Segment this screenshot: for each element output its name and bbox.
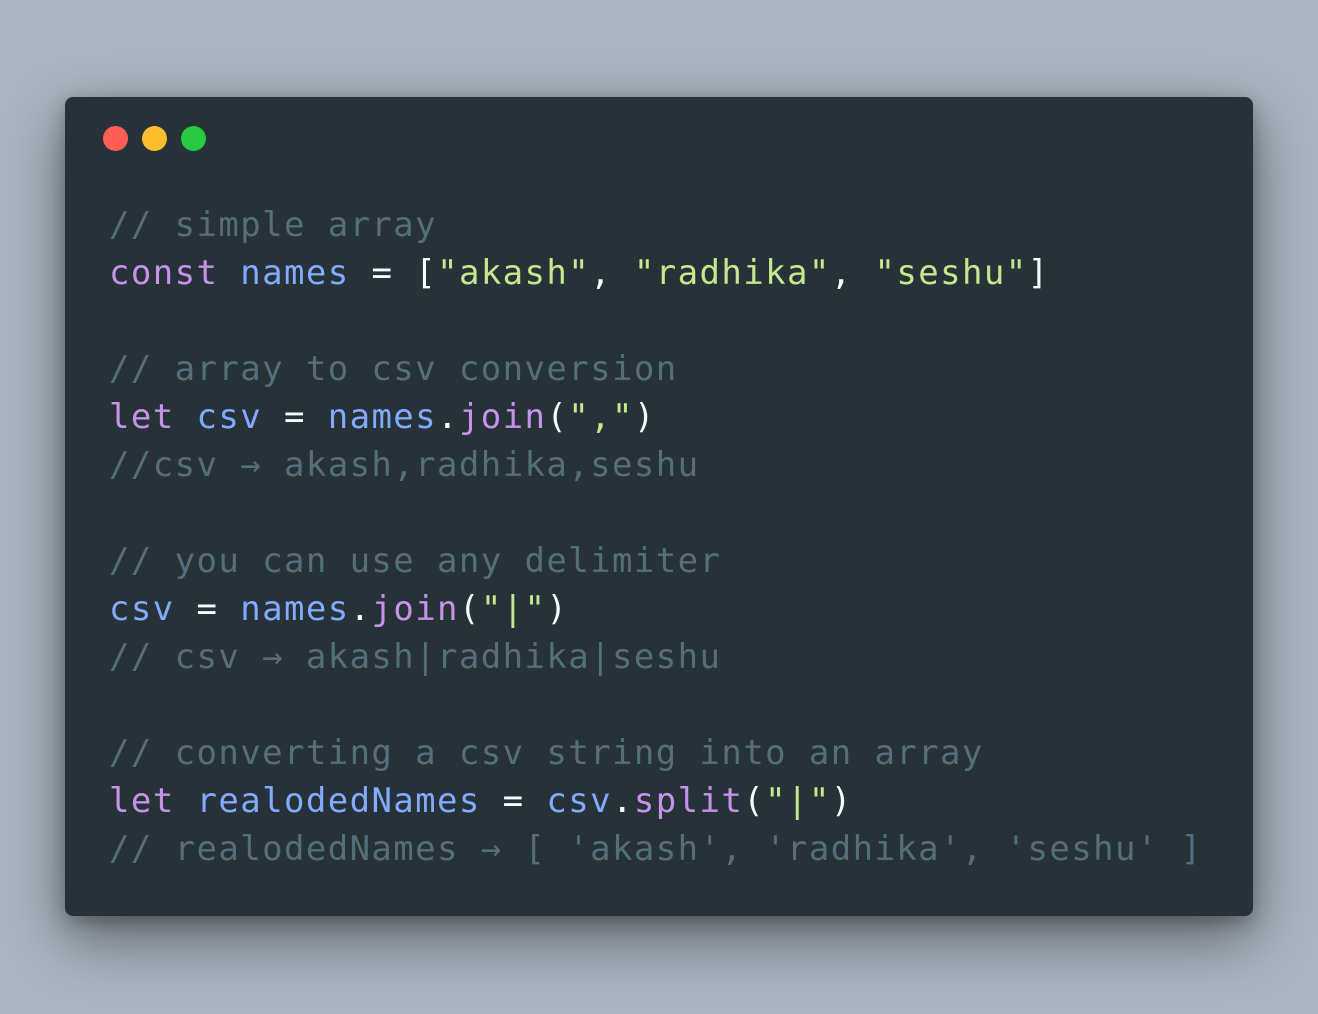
code-line-4: let csv = names.join(",")	[109, 393, 1203, 441]
code-line-8: // csv → akash|radhika|seshu	[109, 633, 1203, 681]
object-name: names	[327, 397, 438, 437]
zoom-dot-icon[interactable]	[181, 126, 206, 151]
code-line-10: let realodedNames = csv.split("|")	[109, 777, 1203, 825]
paren-open: (	[458, 589, 481, 629]
minimize-dot-icon[interactable]	[142, 126, 167, 151]
keyword: const	[109, 253, 219, 293]
code-block: // simple array const names = ["akash", "…	[109, 201, 1203, 873]
code-line-5: //csv → akash,radhika,seshu	[109, 441, 1203, 489]
operator: =	[349, 253, 416, 293]
window-titlebar	[103, 126, 206, 152]
code-line-6: // you can use any delimiter	[109, 537, 1203, 585]
string-literal: "akash"	[437, 253, 591, 293]
code-line-11: // realodedNames → [ 'akash', 'radhika',…	[109, 825, 1203, 873]
paren-open: (	[743, 781, 766, 821]
operator: =	[174, 589, 241, 629]
variable-name: realodedNames	[196, 781, 481, 821]
code-line-3: // array to csv conversion	[109, 345, 1203, 393]
dot: .	[349, 589, 372, 629]
dot: .	[437, 397, 459, 437]
paren-close: )	[633, 397, 656, 437]
function-name: join	[458, 397, 547, 437]
comment: // array to csv conversion	[109, 349, 678, 389]
keyword: let	[109, 781, 175, 821]
separator: ,	[830, 253, 875, 293]
dot: .	[612, 781, 634, 821]
object-name: names	[240, 589, 350, 629]
operator: =	[480, 781, 547, 821]
paren-close: )	[830, 781, 853, 821]
comment: // you can use any delimiter	[109, 541, 722, 581]
operator: =	[262, 397, 328, 437]
string-literal: "|"	[765, 781, 831, 821]
code-line-1: // simple array	[109, 201, 1203, 249]
code-line-9: // converting a csv string into an array	[109, 729, 1203, 777]
bracket-open: [	[415, 253, 438, 293]
bracket-close: ]	[1027, 253, 1050, 293]
function-name: join	[371, 589, 459, 629]
object-name: csv	[546, 781, 613, 821]
code-line-2: const names = ["akash", "radhika", "sesh…	[109, 249, 1203, 297]
code-window: // simple array const names = ["akash", "…	[65, 97, 1253, 916]
comment: //csv → akash,radhika,seshu	[109, 445, 700, 485]
keyword: let	[109, 397, 175, 437]
variable-name: csv	[196, 397, 263, 437]
variable-name: csv	[109, 589, 175, 629]
string-literal: "|"	[480, 589, 547, 629]
paren-open: (	[546, 397, 569, 437]
paren-close: )	[546, 589, 569, 629]
function-name: split	[633, 781, 744, 821]
comment: // simple array	[109, 205, 438, 245]
variable-name: names	[240, 253, 350, 293]
string-literal: "seshu"	[874, 253, 1028, 293]
string-literal: "radhika"	[633, 253, 831, 293]
close-dot-icon[interactable]	[103, 126, 128, 151]
comment: // converting a csv string into an array	[109, 733, 984, 773]
code-line-7: csv = names.join("|")	[109, 585, 1203, 633]
separator: ,	[590, 253, 634, 293]
string-literal: ","	[568, 397, 634, 437]
comment: // csv → akash|radhika|seshu	[109, 637, 722, 677]
comment: // realodedNames → [ 'akash', 'radhika',…	[109, 829, 1203, 869]
